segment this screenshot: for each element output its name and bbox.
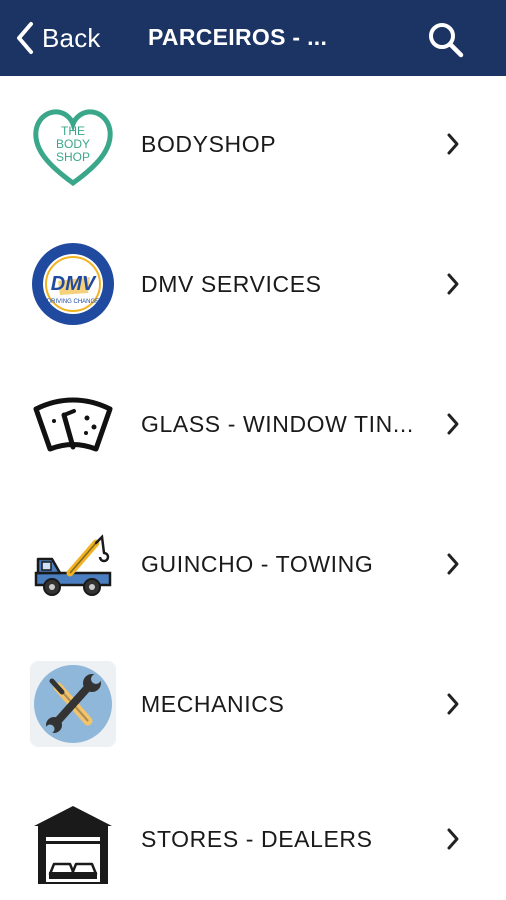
dealership-garage-icon xyxy=(30,802,116,888)
list-item-label: GUINCHO - TOWING xyxy=(141,551,374,577)
dmv-seal-logo: DMV DRIVING CHANGE xyxy=(30,241,116,327)
search-icon xyxy=(429,23,464,58)
svg-text:DMV: DMV xyxy=(51,273,97,295)
list-item-label: DMV SERVICES xyxy=(141,271,322,297)
wrench-screwdriver-icon xyxy=(30,661,116,747)
list-item-dmv-services[interactable]: DMV DRIVING CHANGE DMV SERVICES xyxy=(0,216,506,356)
tow-truck-icon xyxy=(30,523,116,609)
list-item-label: BODYSHOP xyxy=(141,131,277,157)
list-item-mechanics[interactable]: MECHANICS xyxy=(0,636,506,776)
chevron-right-icon xyxy=(444,689,462,719)
search-button[interactable] xyxy=(426,20,466,60)
svg-text:DRIVING CHANGE: DRIVING CHANGE xyxy=(47,299,99,305)
list-item-label: GLASS - WINDOW TIN... xyxy=(141,411,414,437)
chevron-right-icon xyxy=(444,549,462,579)
chevron-right-icon xyxy=(444,409,462,439)
windshield-icon xyxy=(30,383,116,469)
body-shop-logo-text: THE xyxy=(61,124,85,138)
list-item-label: STORES - DEALERS xyxy=(141,826,373,852)
list-item-bodyshop[interactable]: THE BODY SHOP BODYSHOP xyxy=(0,76,506,216)
list-item-stores-dealers[interactable]: STORES - DEALERS xyxy=(0,776,506,900)
back-button[interactable]: Back xyxy=(14,20,101,56)
chevron-right-icon xyxy=(444,824,462,854)
list-item-guincho-towing[interactable]: GUINCHO - TOWING xyxy=(0,496,506,636)
navigation-bar: Back PARCEIROS - ... xyxy=(0,0,506,76)
list-item-label: MECHANICS xyxy=(141,691,285,717)
page-title: PARCEIROS - ... xyxy=(148,24,328,50)
svg-text:SHOP: SHOP xyxy=(56,150,90,164)
list-item-glass-window-tint[interactable]: GLASS - WINDOW TIN... xyxy=(0,356,506,496)
body-shop-logo: THE BODY SHOP xyxy=(30,103,116,189)
chevron-left-icon xyxy=(17,22,33,54)
back-label: Back xyxy=(42,22,101,53)
svg-text:BODY: BODY xyxy=(56,137,90,151)
chevron-right-icon xyxy=(444,129,462,159)
chevron-right-icon xyxy=(444,269,462,299)
